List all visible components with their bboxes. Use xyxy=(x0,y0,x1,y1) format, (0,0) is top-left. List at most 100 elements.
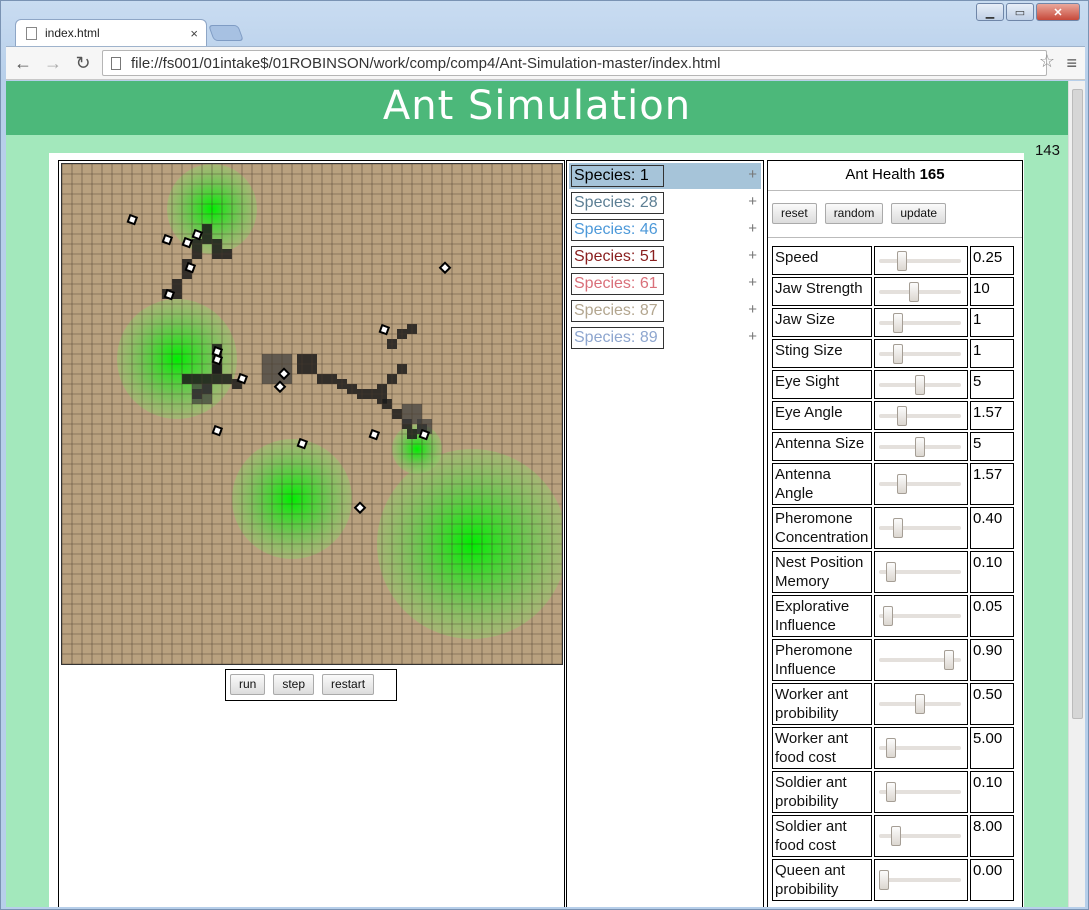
add-species-icon[interactable]: + xyxy=(748,328,757,345)
step-button[interactable]: step xyxy=(273,674,315,695)
run-button[interactable]: run xyxy=(230,674,266,695)
param-slider[interactable] xyxy=(874,246,968,275)
species-label[interactable]: Species: 61 xyxy=(571,273,664,295)
slider-handle[interactable] xyxy=(893,312,904,333)
forward-icon[interactable]: → xyxy=(42,53,64,74)
param-value[interactable]: 0.40 xyxy=(970,507,1014,549)
species-label[interactable]: Species: 1 xyxy=(571,165,664,187)
param-value[interactable]: 1.57 xyxy=(970,463,1014,505)
tab-close-icon[interactable]: × xyxy=(190,26,198,41)
slider-handle[interactable] xyxy=(879,870,889,890)
param-slider[interactable] xyxy=(874,595,968,637)
param-value[interactable]: 0.10 xyxy=(970,771,1014,813)
page-scrollbar[interactable] xyxy=(1068,81,1085,907)
species-label[interactable]: Species: 46 xyxy=(571,219,664,241)
slider-handle[interactable] xyxy=(897,474,907,494)
random-button[interactable]: random xyxy=(824,203,884,224)
ant xyxy=(378,323,391,336)
add-species-icon[interactable]: + xyxy=(748,247,757,264)
slider-handle[interactable] xyxy=(908,281,919,302)
param-value[interactable]: 0.10 xyxy=(970,551,1014,593)
param-value[interactable]: 0.50 xyxy=(970,683,1014,725)
slider-handle[interactable] xyxy=(882,606,893,626)
param-value[interactable]: 0.05 xyxy=(970,595,1014,637)
param-slider[interactable] xyxy=(874,859,968,901)
add-species-icon[interactable]: + xyxy=(748,166,757,183)
param-slider[interactable] xyxy=(874,277,968,306)
maximize-button[interactable]: ▭ xyxy=(1006,3,1034,21)
menu-icon[interactable]: ≡ xyxy=(1066,53,1077,74)
ant xyxy=(418,428,431,441)
back-icon[interactable]: ← xyxy=(12,53,34,74)
close-window-button[interactable]: ✕ xyxy=(1036,3,1080,21)
param-label: Queen ant probibility xyxy=(772,859,872,901)
param-value[interactable]: 0.25 xyxy=(970,246,1014,275)
add-species-icon[interactable]: + xyxy=(748,301,757,318)
slider-handle[interactable] xyxy=(915,694,925,714)
species-item[interactable]: Species: 61 + xyxy=(569,271,761,297)
param-value[interactable]: 0.90 xyxy=(970,639,1014,681)
slider-handle[interactable] xyxy=(915,436,925,457)
species-item[interactable]: Species: 51 + xyxy=(569,244,761,270)
species-label[interactable]: Species: 87 xyxy=(571,300,664,322)
param-value[interactable]: 5 xyxy=(970,432,1014,461)
slider-handle[interactable] xyxy=(943,650,954,670)
slider-handle[interactable] xyxy=(897,405,907,426)
slider-handle[interactable] xyxy=(893,343,904,364)
slider-handle[interactable] xyxy=(886,562,897,582)
param-slider[interactable] xyxy=(874,551,968,593)
add-species-icon[interactable]: + xyxy=(748,274,757,291)
param-value[interactable]: 1 xyxy=(970,308,1014,337)
species-label[interactable]: Species: 89 xyxy=(571,327,664,349)
add-species-icon[interactable]: + xyxy=(748,193,757,210)
slider-handle[interactable] xyxy=(886,782,897,802)
species-label[interactable]: Species: 28 xyxy=(571,192,664,214)
minimize-button[interactable]: ▁ xyxy=(976,3,1004,21)
ant xyxy=(126,213,139,226)
param-value[interactable]: 5.00 xyxy=(970,727,1014,769)
species-item[interactable]: Species: 89 + xyxy=(569,325,761,351)
param-actions: reset random update xyxy=(768,192,1022,238)
slider-handle[interactable] xyxy=(886,738,897,758)
reset-button[interactable]: reset xyxy=(772,203,817,224)
param-value[interactable]: 1 xyxy=(970,339,1014,368)
param-slider[interactable] xyxy=(874,507,968,549)
slider-handle[interactable] xyxy=(893,518,904,538)
species-item[interactable]: Species: 46 + xyxy=(569,217,761,243)
param-slider[interactable] xyxy=(874,639,968,681)
restart-button[interactable]: restart xyxy=(322,674,375,695)
param-slider[interactable] xyxy=(874,815,968,857)
address-bar[interactable]: file://fs001/01intake$/01ROBINSON/work/c… xyxy=(102,50,1047,76)
species-item[interactable]: Species: 1 + xyxy=(569,163,761,189)
param-value[interactable]: 1.57 xyxy=(970,401,1014,430)
param-slider[interactable] xyxy=(874,401,968,430)
species-item[interactable]: Species: 87 + xyxy=(569,298,761,324)
world-canvas[interactable] xyxy=(61,163,563,665)
param-slider[interactable] xyxy=(874,432,968,461)
slider-handle[interactable] xyxy=(897,250,907,271)
ant xyxy=(296,437,309,450)
param-slider[interactable] xyxy=(874,308,968,337)
param-slider[interactable] xyxy=(874,771,968,813)
param-value[interactable]: 0.00 xyxy=(970,859,1014,901)
param-value[interactable]: 5 xyxy=(970,370,1014,399)
param-value[interactable]: 10 xyxy=(970,277,1014,306)
param-slider[interactable] xyxy=(874,683,968,725)
browser-tab[interactable]: index.html × xyxy=(15,19,207,46)
update-button[interactable]: update xyxy=(891,203,947,224)
param-slider[interactable] xyxy=(874,727,968,769)
bookmark-star-icon[interactable]: ☆ xyxy=(1039,51,1055,72)
param-slider[interactable] xyxy=(874,463,968,505)
species-label[interactable]: Species: 51 xyxy=(571,246,664,268)
scrollbar-thumb[interactable] xyxy=(1072,89,1083,719)
param-row: Eye Angle 1.57 xyxy=(772,401,1016,430)
slider-handle[interactable] xyxy=(915,374,925,395)
param-value[interactable]: 8.00 xyxy=(970,815,1014,857)
reload-icon[interactable]: ↻ xyxy=(72,53,94,74)
add-species-icon[interactable]: + xyxy=(748,220,757,237)
param-slider[interactable] xyxy=(874,339,968,368)
species-item[interactable]: Species: 28 + xyxy=(569,190,761,216)
param-slider[interactable] xyxy=(874,370,968,399)
slider-handle[interactable] xyxy=(890,826,901,846)
new-tab-button[interactable] xyxy=(208,25,244,41)
